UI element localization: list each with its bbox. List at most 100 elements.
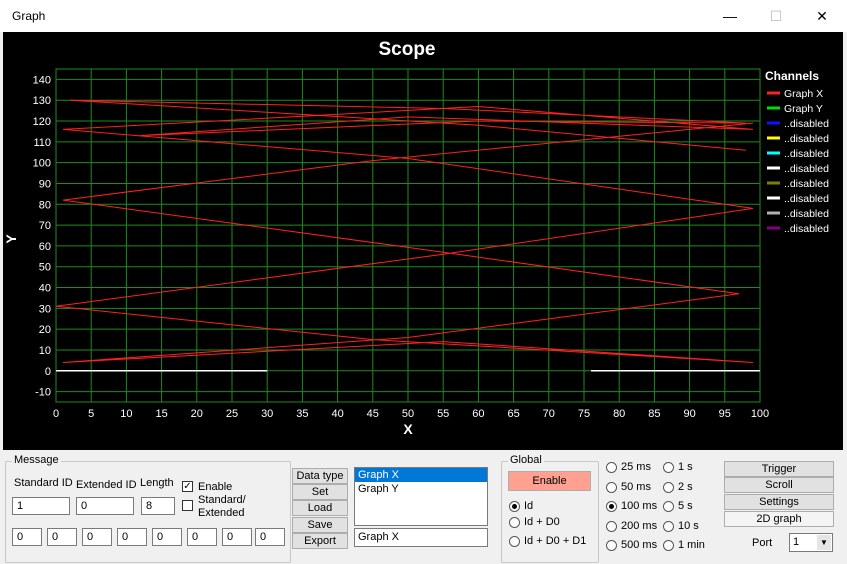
y-tick-label: 130 bbox=[33, 95, 51, 107]
timebase-label: 1 s bbox=[678, 461, 693, 473]
close-button[interactable]: ✕ bbox=[799, 0, 845, 32]
scroll-button[interactable]: Scroll bbox=[724, 477, 834, 493]
y-tick-label: 60 bbox=[39, 241, 51, 253]
mode-id-d0-radio[interactable] bbox=[509, 517, 520, 528]
port-select[interactable]: 1 ▼ bbox=[789, 533, 833, 552]
global-group-label: Global bbox=[508, 454, 544, 466]
timebase-label: 500 ms bbox=[621, 539, 658, 551]
extended-id-label: Extended ID bbox=[76, 479, 137, 491]
settings-button[interactable]: Settings bbox=[724, 494, 834, 510]
x-tick-label: 0 bbox=[53, 408, 59, 420]
timebase-radio[interactable] bbox=[663, 540, 674, 551]
y-tick-label: 120 bbox=[33, 116, 51, 128]
graph-name-input[interactable]: Graph X bbox=[354, 528, 488, 547]
x-tick-label: 10 bbox=[120, 408, 132, 420]
control-panel: Message Standard ID Extended ID Length 1… bbox=[0, 450, 847, 564]
set-button[interactable]: Set bbox=[292, 484, 348, 500]
timebase-label: 10 s bbox=[678, 520, 699, 532]
legend-label: Graph X bbox=[784, 88, 823, 100]
data-byte-7[interactable]: 0 bbox=[255, 528, 285, 546]
y-tick-label: 20 bbox=[39, 324, 51, 336]
graph-list-item[interactable]: Graph X bbox=[355, 468, 487, 482]
timebase-radio[interactable] bbox=[606, 521, 617, 532]
legend-label: ..disabled bbox=[784, 163, 829, 175]
x-tick-label: 80 bbox=[613, 408, 625, 420]
y-tick-label: 40 bbox=[39, 283, 51, 295]
y-tick-label: 90 bbox=[39, 178, 51, 190]
timebase-radio[interactable] bbox=[606, 482, 617, 493]
legend-label: ..disabled bbox=[784, 223, 829, 235]
legend-title: Channels bbox=[765, 69, 819, 83]
y-tick-label: 50 bbox=[39, 262, 51, 274]
global-enable-button[interactable]: Enable bbox=[508, 471, 591, 491]
data-type-button[interactable]: Data type bbox=[292, 468, 348, 484]
x-tick-label: 15 bbox=[155, 408, 167, 420]
length-input[interactable]: 8 bbox=[141, 497, 175, 515]
data-byte-1[interactable]: 0 bbox=[47, 528, 77, 546]
standard-id-input[interactable]: 1 bbox=[12, 497, 70, 515]
timebase-radio[interactable] bbox=[606, 540, 617, 551]
x-tick-label: 20 bbox=[191, 408, 203, 420]
port-value: 1 bbox=[793, 536, 800, 548]
timebase-radio[interactable] bbox=[663, 482, 674, 493]
timebase-radio[interactable] bbox=[606, 501, 617, 512]
x-tick-label: 75 bbox=[578, 408, 590, 420]
series-line bbox=[55, 99, 754, 363]
legend-label: ..disabled bbox=[784, 193, 829, 205]
y-tick-label: 100 bbox=[33, 158, 51, 170]
timebase-radio[interactable] bbox=[606, 462, 617, 473]
mode-id-label: Id bbox=[524, 500, 534, 512]
timebase-label: 200 ms bbox=[621, 520, 658, 532]
title-bar: Graph — ☐ ✕ bbox=[0, 0, 847, 32]
export-button[interactable]: Export bbox=[292, 533, 348, 549]
y-tick-label: 10 bbox=[39, 345, 51, 357]
load-button[interactable]: Load bbox=[292, 500, 348, 516]
save-button[interactable]: Save bbox=[292, 517, 348, 533]
graph-listbox[interactable]: Graph X Graph Y bbox=[354, 467, 488, 526]
maximize-button: ☐ bbox=[769, 7, 783, 24]
x-tick-label: 90 bbox=[683, 408, 695, 420]
legend-label: ..disabled bbox=[784, 208, 829, 220]
standard-extended-checkbox[interactable] bbox=[182, 500, 193, 511]
2d-graph-button[interactable]: 2D graph bbox=[724, 511, 834, 527]
data-byte-6[interactable]: 0 bbox=[222, 528, 252, 546]
data-byte-3[interactable]: 0 bbox=[117, 528, 147, 546]
trigger-button[interactable]: Trigger bbox=[724, 461, 834, 477]
mode-id-d0-d1-radio[interactable] bbox=[509, 536, 520, 547]
y-tick-label: 70 bbox=[39, 220, 51, 232]
mode-id-radio[interactable] bbox=[509, 501, 520, 512]
standard-extended-label-2: Extended bbox=[198, 507, 245, 519]
port-label: Port bbox=[752, 537, 773, 549]
graph-list-item[interactable]: Graph Y bbox=[355, 482, 487, 496]
timebase-label: 25 ms bbox=[621, 461, 651, 473]
x-tick-label: 100 bbox=[751, 408, 769, 420]
length-label: Length bbox=[140, 477, 174, 489]
minimize-button[interactable]: — bbox=[707, 0, 753, 32]
x-tick-label: 65 bbox=[507, 408, 519, 420]
data-byte-2[interactable]: 0 bbox=[82, 528, 112, 546]
timebase-label: 1 min bbox=[678, 539, 705, 551]
x-tick-label: 85 bbox=[648, 408, 660, 420]
timebase-radio[interactable] bbox=[663, 521, 674, 532]
x-tick-label: 5 bbox=[88, 408, 94, 420]
legend-label: Graph Y bbox=[784, 103, 823, 115]
x-tick-label: 95 bbox=[719, 408, 731, 420]
data-byte-5[interactable]: 0 bbox=[187, 528, 217, 546]
standard-id-label: Standard ID bbox=[14, 477, 73, 489]
legend-label: ..disabled bbox=[784, 118, 829, 130]
data-byte-4[interactable]: 0 bbox=[152, 528, 182, 546]
window-title: Graph bbox=[12, 9, 46, 23]
x-tick-label: 55 bbox=[437, 408, 449, 420]
x-axis-label: X bbox=[403, 421, 413, 437]
timebase-label: 5 s bbox=[678, 500, 693, 512]
legend-label: ..disabled bbox=[784, 148, 829, 160]
timebase-radio[interactable] bbox=[663, 462, 674, 473]
enable-checkbox[interactable]: ✓ bbox=[182, 481, 193, 492]
scope-chart: Scope 0 5 10 15 20 25 30 35 40 45 50 55 60 65 70 75 80 85 9… bbox=[3, 39, 829, 437]
data-byte-0[interactable]: 0 bbox=[12, 528, 42, 546]
x-tick-label: 40 bbox=[331, 408, 343, 420]
chevron-down-icon[interactable]: ▼ bbox=[817, 535, 831, 550]
x-tick-label: 50 bbox=[402, 408, 414, 420]
extended-id-input[interactable]: 0 bbox=[76, 497, 134, 515]
timebase-radio[interactable] bbox=[663, 501, 674, 512]
